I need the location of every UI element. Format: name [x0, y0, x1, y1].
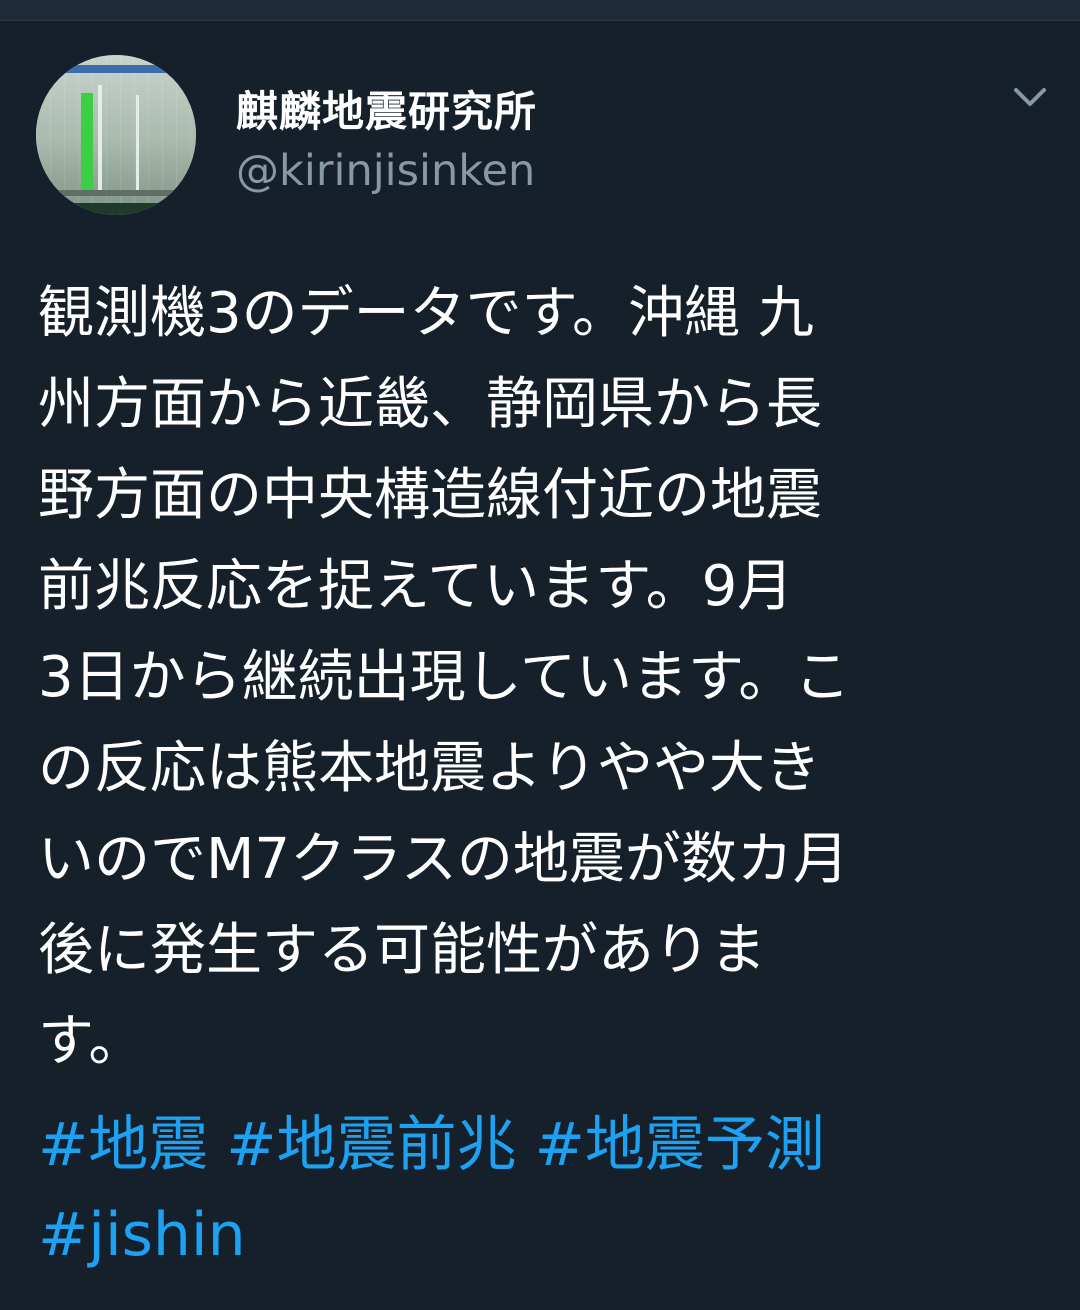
hashtag-link[interactable]: #地震前兆	[226, 1110, 516, 1180]
hashtag-link[interactable]: #地震予測	[535, 1110, 825, 1180]
tweet-text-line: 3日から継続出現しています。こ	[38, 645, 851, 710]
tweet-text-line: いのでM7クラスの地震が数カ月	[38, 827, 849, 892]
display-name[interactable]: 麒麟地震研究所	[236, 78, 537, 139]
hashtag-list: #地震 #地震前兆 #地震予測 #jishin	[38, 1100, 1048, 1280]
hashtag-row: #jishin	[38, 1190, 1048, 1280]
avatar-bottom-band	[36, 203, 196, 215]
tweet-text-line: す。	[38, 1009, 145, 1074]
avatar-white-bar	[98, 85, 102, 195]
user-handle[interactable]: @kirinjisinken	[236, 146, 535, 196]
avatar-white-bar	[136, 95, 139, 195]
chevron-down-icon[interactable]	[1010, 82, 1050, 112]
tweet-text-line: 州方面から近畿、静岡県から長	[38, 372, 822, 437]
avatar-green-bar	[81, 93, 93, 193]
tweet-body: 観測機3のデータです。沖縄 九 州方面から近畿、静岡県から長 野方面の中央構造線…	[38, 268, 1048, 1087]
top-divider	[0, 0, 1080, 21]
avatar[interactable]	[36, 55, 196, 215]
tweet-screen: 麒麟地震研究所 @kirinjisinken 観測機3のデータです。沖縄 九 州…	[0, 0, 1080, 1310]
tweet-text-line: 野方面の中央構造線付近の地震	[38, 463, 822, 528]
hashtag-link[interactable]: #地震	[38, 1110, 208, 1180]
avatar-baseline	[36, 190, 196, 196]
tweet-text-line: の反応は熊本地震よりやや大き	[38, 736, 821, 801]
tweet-text-line: 観測機3のデータです。沖縄 九	[38, 281, 814, 346]
hashtag-row: #地震 #地震前兆 #地震予測	[38, 1100, 1048, 1190]
tweet-text-line: 後に発生する可能性がありま	[38, 918, 766, 983]
avatar-top-band	[56, 65, 196, 73]
hashtag-link[interactable]: #jishin	[38, 1200, 246, 1270]
tweet-text-line: 前兆反応を捉えています。9月	[38, 554, 794, 619]
